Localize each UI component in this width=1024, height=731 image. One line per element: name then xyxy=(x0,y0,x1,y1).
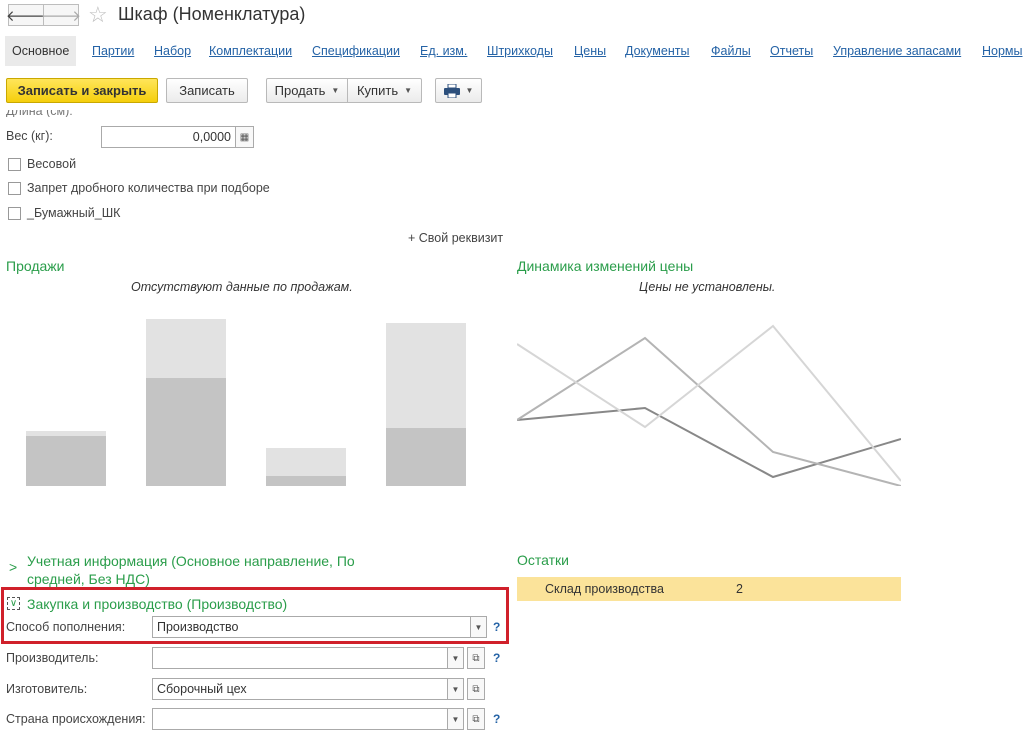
open-icon: ⧉ xyxy=(472,713,480,725)
caret-down-icon: ▼ xyxy=(331,86,340,95)
weight-label: Вес (кг): xyxy=(6,129,53,143)
country-open-button[interactable]: ⧉ xyxy=(467,708,485,730)
sales-bar-3-segment-0 xyxy=(386,428,466,486)
chevron-down-icon[interactable]: ∨ xyxy=(7,597,20,610)
back-button[interactable]: 🡐 xyxy=(6,4,46,26)
print-button[interactable]: ▼ xyxy=(435,78,482,103)
tab-files[interactable]: Файлы xyxy=(711,44,751,58)
country-dropdown-button[interactable]: ▼ xyxy=(448,708,464,730)
country-help-icon[interactable]: ? xyxy=(493,712,500,726)
sales-bar-0-segment-1 xyxy=(26,431,106,436)
producer-open-button[interactable]: ⧉ xyxy=(467,647,485,669)
replenish-help-icon[interactable]: ? xyxy=(493,620,500,634)
printer-icon xyxy=(443,83,460,98)
country-label: Страна происхождения: xyxy=(6,712,146,726)
replenish-dropdown-button[interactable]: ▼ xyxy=(471,616,487,638)
accounting-section-title[interactable]: Учетная информация (Основное направление… xyxy=(27,552,407,588)
tab-main[interactable]: Основное xyxy=(5,36,77,66)
length-label-cut: Длина (см): xyxy=(6,110,73,117)
tab-specs[interactable]: Спецификации xyxy=(312,44,400,58)
tab-units[interactable]: Ед. изм. xyxy=(420,44,467,58)
checkbox-paper-barcode[interactable] xyxy=(8,207,21,220)
caret-down-icon: ▼ xyxy=(451,684,460,694)
sales-note: Отсутствуют данные по продажам. xyxy=(131,280,353,294)
replenish-label: Способ пополнения: xyxy=(6,620,126,634)
save-button[interactable]: Записать xyxy=(166,78,248,103)
stock-warehouse: Склад производства xyxy=(545,582,664,596)
tab-kits[interactable]: Комплектации xyxy=(209,44,292,58)
calculator-icon: ▦ xyxy=(239,131,250,143)
price-line-0 xyxy=(517,406,901,479)
star-icon[interactable]: ☆ xyxy=(88,2,108,28)
price-line-2 xyxy=(517,324,901,482)
stock-title: Остатки xyxy=(517,552,569,568)
tab-bar: Основное Партии Набор Комплектации Специ… xyxy=(0,36,1024,66)
tab-stock-management[interactable]: Управление запасами xyxy=(833,44,961,58)
tab-documents[interactable]: Документы xyxy=(625,44,689,58)
manufacturer-open-button[interactable]: ⧉ xyxy=(467,678,485,700)
replenish-select[interactable]: Производство xyxy=(152,616,471,638)
sales-bar-2-segment-0 xyxy=(266,476,346,486)
buy-label: Купить xyxy=(356,83,399,98)
sales-chart xyxy=(26,316,466,486)
price-dynamics-note: Цены не установлены. xyxy=(639,280,776,294)
chevron-right-icon[interactable]: > xyxy=(9,559,17,575)
buy-button[interactable]: Купить ▼ xyxy=(348,78,422,103)
sales-bar-2-segment-1 xyxy=(266,448,346,476)
checkbox-fraction-ban[interactable] xyxy=(8,182,21,195)
tab-batches[interactable]: Партии xyxy=(92,44,134,58)
checkbox-paper-barcode-label: _Бумажный_ШК xyxy=(27,206,121,220)
weight-input[interactable]: 0,0000 xyxy=(101,126,236,148)
forward-button[interactable]: 🡒 xyxy=(40,4,82,26)
caret-down-icon: ▼ xyxy=(474,622,483,632)
open-icon: ⧉ xyxy=(472,652,480,664)
producer-dropdown-button[interactable]: ▼ xyxy=(448,647,464,669)
tab-set[interactable]: Набор xyxy=(154,44,191,58)
page-title: Шкаф (Номенклатура) xyxy=(118,4,306,24)
tab-barcodes[interactable]: Штрихкоды xyxy=(487,44,553,58)
sales-bar-3-segment-1 xyxy=(386,323,466,428)
stock-qty: 2 xyxy=(736,582,743,596)
price-dynamics-title: Динамика изменений цены xyxy=(517,258,694,274)
caret-down-icon: ▼ xyxy=(451,653,460,663)
manufacturer-input[interactable]: Сборочный цех xyxy=(152,678,448,700)
tab-prices[interactable]: Цены xyxy=(574,44,606,58)
purchase-section-title[interactable]: Закупка и производство (Производство) xyxy=(27,596,287,612)
stock-row[interactable]: Склад производства 2 xyxy=(517,577,901,601)
manufacturer-dropdown-button[interactable]: ▼ xyxy=(448,678,464,700)
add-property-link[interactable]: + Свой реквизит xyxy=(408,231,503,245)
tab-norms[interactable]: Нормы xyxy=(982,44,1023,58)
producer-label: Производитель: xyxy=(6,651,99,665)
sell-label: Продать xyxy=(274,83,326,98)
sales-bar-0-segment-0 xyxy=(26,436,106,486)
checkbox-weighted[interactable] xyxy=(8,158,21,171)
caret-down-icon: ▼ xyxy=(465,86,474,95)
country-input[interactable] xyxy=(152,708,448,730)
sales-bar-1-segment-0 xyxy=(146,378,226,486)
manufacturer-label: Изготовитель: xyxy=(6,682,88,696)
sell-button[interactable]: Продать ▼ xyxy=(266,78,348,103)
checkbox-fraction-ban-label: Запрет дробного количества при подборе xyxy=(27,181,270,195)
price-chart xyxy=(517,324,901,486)
caret-down-icon: ▼ xyxy=(451,714,460,724)
save-close-button[interactable]: Записать и закрыть xyxy=(6,78,158,103)
tab-reports[interactable]: Отчеты xyxy=(770,44,813,58)
sales-bar-1-segment-1 xyxy=(146,319,226,378)
producer-help-icon[interactable]: ? xyxy=(493,651,500,665)
producer-input[interactable] xyxy=(152,647,448,669)
checkbox-weighted-label: Весовой xyxy=(27,157,77,171)
calculator-button[interactable]: ▦ xyxy=(236,126,254,148)
open-icon: ⧉ xyxy=(472,683,480,695)
caret-down-icon: ▼ xyxy=(404,86,413,95)
arrow-right-icon: 🡒 xyxy=(40,7,82,25)
sales-title: Продажи xyxy=(6,258,65,274)
